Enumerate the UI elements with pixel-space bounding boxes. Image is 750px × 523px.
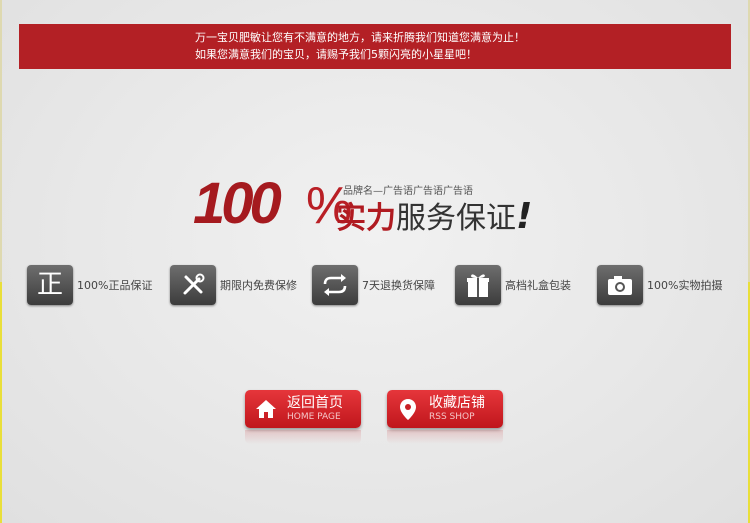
shop-button-label: 收藏店铺 xyxy=(429,395,485,411)
home-icon xyxy=(256,400,276,418)
feature-label: 高档礼盒包装 xyxy=(505,279,571,292)
camera-icon xyxy=(597,265,643,305)
feature-label: 100%正品保证 xyxy=(77,279,153,292)
slogan: 实力服务保证! xyxy=(336,198,532,238)
refresh-icon xyxy=(312,265,358,305)
brand-tagline: 品牌名—广告语广告语广告语 xyxy=(343,186,473,197)
notice-banner: 万一宝贝肥敏让您有不满意的地方，请来折腾我们知道您满意为止！ 如果您满意我们的宝… xyxy=(19,24,731,69)
percent-number: 100 xyxy=(193,171,282,236)
slogan-exclamation: ! xyxy=(516,196,533,237)
notice-line-1: 万一宝贝肥敏让您有不满意的地方，请来折腾我们知道您满意为止！ xyxy=(195,31,525,44)
feature-item: 正 100%正品保证 xyxy=(27,263,152,307)
home-button-reflection xyxy=(245,430,361,444)
guarantee-hero: 100 % 品牌名—广告语广告语广告语 实力服务保证! xyxy=(193,170,563,250)
feature-label: 7天退换货保障 xyxy=(362,279,435,292)
slogan-text: 服务保证 xyxy=(396,201,516,236)
feature-list: 正 100%正品保证 期限内免费保修 7天退换货保障 高档礼盒包装 100%实物… xyxy=(27,263,737,307)
home-button-sub: HOME PAGE xyxy=(287,412,341,422)
feature-label: 100%实物拍摄 xyxy=(647,279,723,292)
location-pin-icon xyxy=(400,399,416,420)
left-border xyxy=(0,0,2,523)
slogan-red-text: 实力 xyxy=(336,201,396,236)
home-button-label: 返回首页 xyxy=(287,395,343,411)
shop-button-sub: RSS SHOP xyxy=(429,412,475,422)
feature-item: 100%实物拍摄 xyxy=(597,263,722,307)
feature-item: 期限内免费保修 xyxy=(170,263,297,307)
home-page-button[interactable]: 返回首页 HOME PAGE xyxy=(245,390,361,428)
gift-icon xyxy=(455,265,501,305)
feature-label: 期限内免费保修 xyxy=(220,279,297,292)
feature-item: 高档礼盒包装 xyxy=(455,263,571,307)
shop-button-reflection xyxy=(387,430,503,444)
tools-icon xyxy=(170,265,216,305)
notice-line-2: 如果您满意我们的宝贝，请赐予我们5颗闪亮的小星星吧！ xyxy=(195,48,477,61)
zheng-icon: 正 xyxy=(27,265,73,305)
feature-item: 7天退换货保障 xyxy=(312,263,435,307)
favorite-shop-button[interactable]: 收藏店铺 RSS SHOP xyxy=(387,390,503,428)
